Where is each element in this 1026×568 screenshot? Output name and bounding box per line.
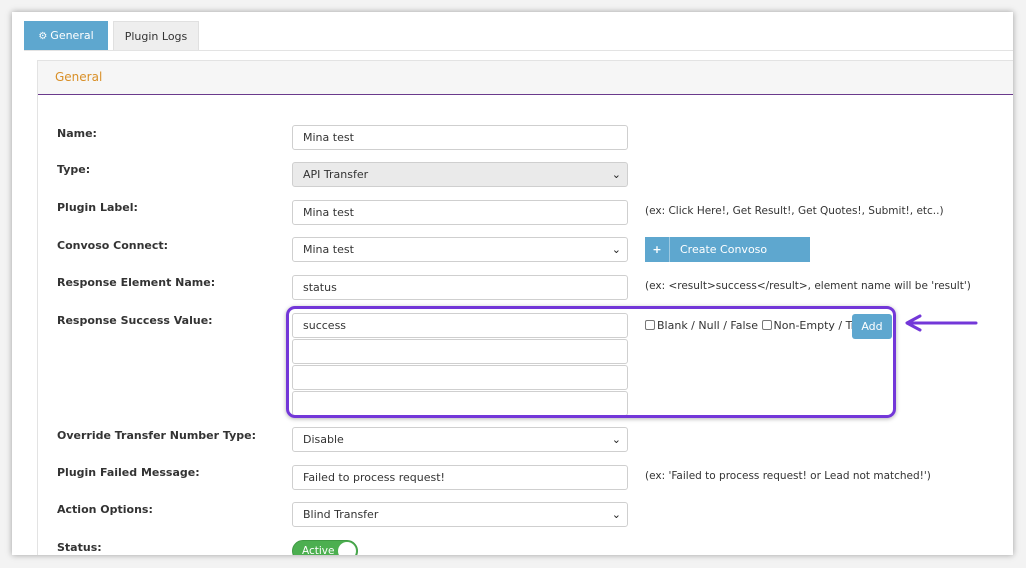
gear-icon: ⚙ <box>38 31 48 42</box>
convoso-connect-value: Mina test <box>303 243 354 256</box>
chevron-down-icon: ⌄ <box>611 433 621 446</box>
highlight-box <box>286 306 896 418</box>
action-options-value: Blind Transfer <box>303 508 379 521</box>
response-element-label: Response Element Name: <box>57 276 216 289</box>
tab-plugin-logs-label: Plugin Logs <box>124 30 188 43</box>
tab-divider <box>24 50 1013 51</box>
type-select-value: API Transfer <box>303 168 369 181</box>
status-label: Status: <box>57 541 102 554</box>
response-element-help: (ex: <result>success</result>, element n… <box>645 280 971 292</box>
status-toggle[interactable]: Active <box>292 540 358 555</box>
override-transfer-label: Override Transfer Number Type: <box>57 429 256 442</box>
tab-general[interactable]: ⚙ General <box>24 21 108 51</box>
toggle-knob <box>338 542 356 555</box>
chevron-down-icon: ⌄ <box>611 168 621 181</box>
response-element-input[interactable]: status <box>292 275 628 300</box>
failed-message-help: (ex: 'Failed to process request! or Lead… <box>645 470 931 482</box>
action-options-select[interactable]: Blind Transfer ⌄ <box>292 502 628 527</box>
tab-general-label: General <box>50 29 94 42</box>
plugin-editor-window: ⚙ General Plugin Logs General Name: Mina … <box>12 12 1013 555</box>
chevron-down-icon: ⌄ <box>611 243 621 256</box>
override-transfer-select[interactable]: Disable ⌄ <box>292 427 628 452</box>
failed-message-input[interactable]: Failed to process request! <box>292 465 628 490</box>
response-success-label: Response Success Value: <box>57 314 213 327</box>
plus-icon: + <box>645 237 670 262</box>
arrow-left-icon <box>905 314 978 332</box>
create-convoso-connect-button[interactable]: + Create Convoso Connect <box>645 237 810 281</box>
plugin-label-input[interactable]: Mina test <box>292 200 628 225</box>
name-label: Name: <box>57 127 97 140</box>
override-transfer-value: Disable <box>303 433 344 446</box>
plugin-label-help: (ex: Click Here!, Get Result!, Get Quote… <box>645 205 944 217</box>
type-select[interactable]: API Transfer ⌄ <box>292 162 628 187</box>
action-options-label: Action Options: <box>57 503 153 516</box>
chevron-down-icon: ⌄ <box>611 508 621 521</box>
type-label: Type: <box>57 163 91 176</box>
convoso-connect-select[interactable]: Mina test ⌄ <box>292 237 628 262</box>
plugin-label-label: Plugin Label: <box>57 201 138 214</box>
status-toggle-label: Active <box>302 545 335 555</box>
general-panel: General Name: Mina test Type: API Transf… <box>37 60 1013 555</box>
tab-plugin-logs[interactable]: Plugin Logs <box>113 21 199 51</box>
panel-title: General <box>38 61 1013 95</box>
name-input[interactable]: Mina test <box>292 125 628 150</box>
convoso-connect-label: Convoso Connect: <box>57 239 169 252</box>
failed-message-label: Plugin Failed Message: <box>57 466 200 479</box>
